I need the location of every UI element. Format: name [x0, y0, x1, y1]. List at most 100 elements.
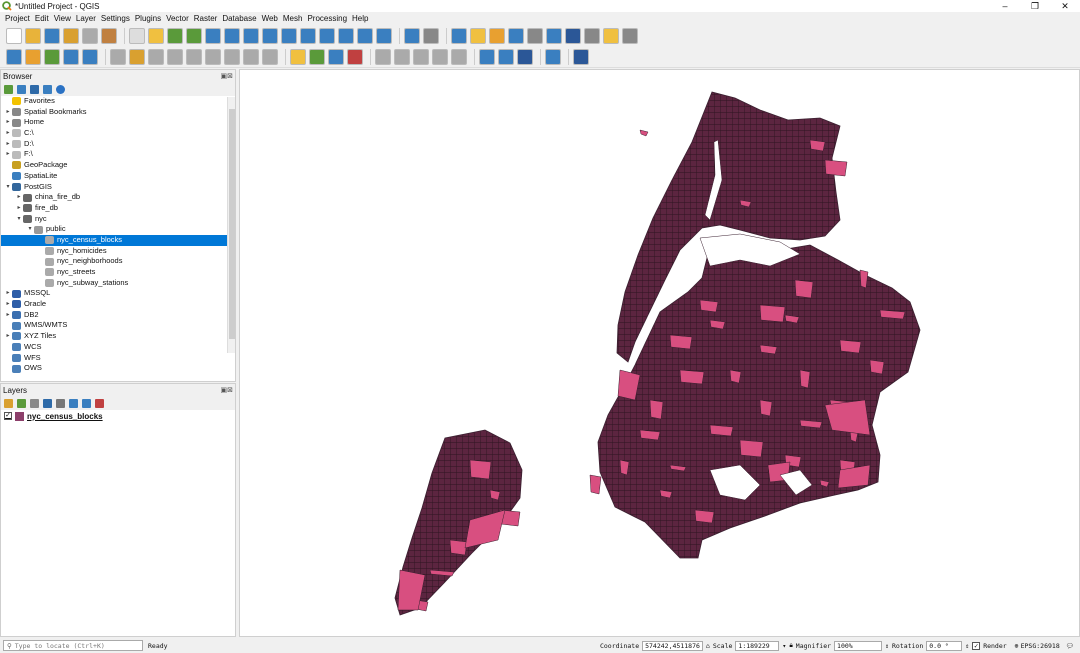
edit-tool-12-icon[interactable]	[224, 49, 240, 65]
main-tool-3-icon[interactable]	[63, 28, 79, 44]
menu-raster[interactable]: Raster	[194, 14, 218, 23]
rotation-spinner-icon[interactable]: ⇕	[965, 642, 969, 650]
main-tool-19-icon[interactable]	[357, 28, 373, 44]
main-tool-1-icon[interactable]	[25, 28, 41, 44]
browser-item[interactable]: WMS/WMTS	[1, 320, 235, 331]
magnifier-field[interactable]: 100%	[834, 640, 883, 651]
expand-arrow-icon[interactable]: ▸	[4, 117, 12, 128]
browser-item[interactable]: ▸ C:\	[1, 128, 235, 139]
main-tool-16-icon[interactable]	[300, 28, 316, 44]
browser-item[interactable]: nyc_neighborhoods	[1, 256, 235, 267]
browser-scrollbar[interactable]	[227, 97, 235, 353]
browser-item[interactable]: nyc_subway_stations	[1, 278, 235, 289]
browser-item[interactable]: ▸ fire_db	[1, 203, 235, 214]
expand-arrow-icon[interactable]: ▸	[4, 299, 12, 310]
scale-dropdown-icon[interactable]: ▾	[782, 642, 786, 650]
expand-arrow-icon[interactable]: ▸	[4, 331, 12, 342]
main-tool-23-icon[interactable]	[423, 28, 439, 44]
menu-help[interactable]: Help	[352, 14, 368, 23]
menu-web[interactable]: Web	[262, 14, 278, 23]
menu-vector[interactable]: Vector	[166, 14, 189, 23]
edit-tool-27-icon[interactable]	[479, 49, 495, 65]
main-tool-8-icon[interactable]	[148, 28, 164, 44]
edit-tool-25-icon[interactable]	[451, 49, 467, 65]
main-tool-33-icon[interactable]	[603, 28, 619, 44]
browser-item[interactable]: ▸ Oracle	[1, 299, 235, 310]
browser-item[interactable]: SpatiaLite	[1, 171, 235, 182]
add-group-icon[interactable]	[17, 398, 26, 408]
main-tool-34-icon[interactable]	[622, 28, 638, 44]
layer-visibility-checkbox[interactable]: ✓	[4, 412, 12, 420]
main-tool-7-icon[interactable]	[129, 28, 145, 44]
main-tool-28-icon[interactable]	[508, 28, 524, 44]
expand-all-icon[interactable]	[69, 398, 78, 408]
menu-processing[interactable]: Processing	[307, 14, 347, 23]
rotation-field[interactable]: 0.0 °	[926, 640, 963, 651]
expand-arrow-icon[interactable]: ▸	[4, 128, 12, 139]
browser-item[interactable]: nyc_streets	[1, 267, 235, 278]
remove-layer-icon[interactable]	[95, 398, 104, 408]
browser-item[interactable]: nyc_homicides	[1, 246, 235, 257]
edit-tool-18-icon[interactable]	[328, 49, 344, 65]
locator-input[interactable]: ⚲ Type to locate (Ctrl+K)	[3, 640, 143, 651]
crs-label[interactable]: EPSG:26918	[1021, 642, 1060, 650]
edit-tool-11-icon[interactable]	[205, 49, 221, 65]
main-tool-18-icon[interactable]	[338, 28, 354, 44]
layer-symbol-swatch[interactable]	[15, 411, 24, 421]
browser-item[interactable]: OWS	[1, 363, 235, 374]
edit-tool-22-icon[interactable]	[394, 49, 410, 65]
edit-tool-4-icon[interactable]	[82, 49, 98, 65]
edit-tool-16-icon[interactable]	[290, 49, 306, 65]
main-tool-26-icon[interactable]	[470, 28, 486, 44]
expand-arrow-icon[interactable]: ▾	[4, 182, 12, 193]
filter-expression-icon[interactable]	[56, 398, 65, 408]
main-tool-0-icon[interactable]	[6, 28, 22, 44]
edit-tool-33-icon[interactable]	[573, 49, 589, 65]
edit-tool-0-icon[interactable]	[6, 49, 22, 65]
panel-float-close-icon[interactable]: ▣⊠	[221, 72, 233, 80]
expand-arrow-icon[interactable]: ▸	[4, 107, 12, 118]
minimize-icon[interactable]: –	[990, 0, 1020, 12]
menu-layer[interactable]: Layer	[76, 14, 96, 23]
menu-mesh[interactable]: Mesh	[283, 14, 303, 23]
browser-item[interactable]: ▸ Home	[1, 117, 235, 128]
expand-arrow-icon[interactable]: ▸	[4, 149, 12, 160]
edit-tool-24-icon[interactable]	[432, 49, 448, 65]
menu-project[interactable]: Project	[5, 14, 30, 23]
edit-tool-6-icon[interactable]	[110, 49, 126, 65]
main-tool-13-icon[interactable]	[243, 28, 259, 44]
main-tool-14-icon[interactable]	[262, 28, 278, 44]
main-tool-5-icon[interactable]	[101, 28, 117, 44]
main-tool-17-icon[interactable]	[319, 28, 335, 44]
main-tool-29-icon[interactable]	[527, 28, 543, 44]
browser-item[interactable]: WCS	[1, 342, 235, 353]
close-icon[interactable]: ✕	[1050, 0, 1080, 12]
edit-tool-1-icon[interactable]	[25, 49, 41, 65]
edit-tool-9-icon[interactable]	[167, 49, 183, 65]
main-tool-25-icon[interactable]	[451, 28, 467, 44]
lock-icon[interactable]: 🔒︎	[789, 641, 792, 650]
map-svg[interactable]	[240, 70, 1080, 638]
main-tool-27-icon[interactable]	[489, 28, 505, 44]
edit-tool-10-icon[interactable]	[186, 49, 202, 65]
main-tool-12-icon[interactable]	[224, 28, 240, 44]
expand-arrow-icon[interactable]: ▸	[4, 288, 12, 299]
menu-settings[interactable]: Settings	[101, 14, 130, 23]
browser-item[interactable]: GeoPackage	[1, 160, 235, 171]
edit-tool-8-icon[interactable]	[148, 49, 164, 65]
edit-tool-3-icon[interactable]	[63, 49, 79, 65]
browser-item[interactable]: ▸ MSSQL	[1, 288, 235, 299]
expand-arrow-icon[interactable]: ▸	[15, 192, 23, 203]
magnifier-spinner-icon[interactable]: ⇕	[885, 642, 889, 650]
edit-tool-23-icon[interactable]	[413, 49, 429, 65]
main-tool-30-icon[interactable]	[546, 28, 562, 44]
menu-view[interactable]: View	[54, 14, 71, 23]
collapse-all-icon[interactable]	[82, 398, 91, 408]
menu-database[interactable]: Database	[222, 14, 256, 23]
browser-item[interactable]: WFS	[1, 353, 235, 364]
edit-tool-17-icon[interactable]	[309, 49, 325, 65]
expand-arrow-icon[interactable]: ▸	[4, 139, 12, 150]
coordinate-field[interactable]: 574242,4511876	[642, 640, 703, 651]
main-tool-2-icon[interactable]	[44, 28, 60, 44]
edit-tool-31-icon[interactable]	[545, 49, 561, 65]
